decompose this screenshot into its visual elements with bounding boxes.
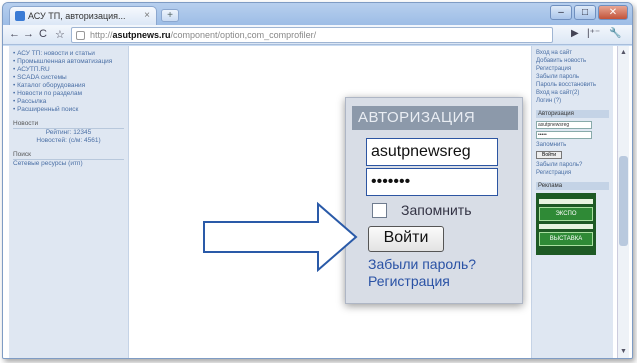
right-link[interactable]: Логин (?) — [536, 97, 609, 105]
left-link[interactable]: • АСУТП.RU — [13, 66, 124, 74]
left-header-news: Новости — [13, 120, 124, 129]
back-button[interactable]: ← — [9, 28, 20, 40]
left-sidebar: • АСУ ТП: новости и статьи • Промышленна… — [9, 46, 129, 358]
address-bar[interactable]: http://asutpnews.ru/component/option,com… — [71, 27, 553, 43]
remember-checkbox[interactable] — [372, 203, 387, 218]
new-tab-button[interactable]: + — [161, 9, 179, 22]
tools-wrench-icon[interactable]: 🔧 — [609, 28, 621, 39]
scroll-thumb[interactable] — [619, 156, 628, 246]
url-prefix: http:// — [90, 30, 113, 40]
password-field[interactable]: ••••••• — [366, 168, 498, 196]
url-domain: asutpnews.ru — [112, 30, 171, 40]
right-link[interactable]: Вход на сайт(2) — [536, 89, 609, 97]
ad-banner[interactable]: ЭКСПО ВЫСТАВКА — [536, 193, 596, 255]
right-link[interactable]: Пароль восстановить — [536, 81, 609, 89]
maximize-button[interactable]: □ — [574, 5, 596, 20]
right-link[interactable]: Добавить новость — [536, 57, 609, 65]
username-field[interactable]: asutpnewsreg — [366, 138, 498, 166]
site-favicon-icon — [15, 11, 25, 21]
forgot-password-link[interactable]: Забыли пароль? — [368, 256, 476, 272]
login-panel: АВТОРИЗАЦИЯ asutpnewsreg ••••••• Запомни… — [345, 97, 523, 304]
forward-button[interactable]: → — [23, 28, 34, 40]
left-link[interactable]: • Расширенный поиск — [13, 106, 124, 114]
pointer-arrow-icon — [203, 201, 358, 272]
left-link[interactable]: • Рассылка — [13, 98, 124, 106]
right-link[interactable]: Вход на сайт — [536, 49, 609, 57]
mini-login-button[interactable]: Войти — [536, 151, 562, 159]
bookmark-star-icon[interactable]: ☆ — [55, 28, 65, 41]
mini-password-field[interactable]: ••••• — [536, 131, 592, 139]
page-icon — [76, 31, 85, 40]
go-icon[interactable]: ▶ — [571, 28, 579, 39]
register-link[interactable]: Регистрация — [368, 273, 450, 289]
login-submit-button[interactable]: Войти — [368, 226, 444, 252]
left-stat: Новостей: (c/м: 4561) — [36, 137, 101, 144]
mini-register-link[interactable]: Регистрация — [536, 169, 609, 177]
right-link[interactable]: Забыли пароль — [536, 73, 609, 81]
tab-title: АСУ ТП, авторизация... — [28, 11, 126, 21]
right-header-auth: Авторизация — [536, 110, 609, 118]
page-scrollbar[interactable]: ▲ ▼ — [617, 46, 629, 358]
browser-window: АСУ ТП, авторизация... × + – □ ✕ ← → C ☆… — [2, 2, 633, 359]
tab-bar: АСУ ТП, авторизация... × + – □ ✕ — [3, 3, 632, 25]
arrow-shape — [203, 201, 358, 272]
mini-forgot-link[interactable]: Забыли пароль? — [536, 161, 609, 169]
scroll-up-icon[interactable]: ▲ — [619, 48, 628, 57]
right-sidebar: Вход на сайт Добавить новость Регистраци… — [531, 46, 613, 358]
page-menu-icon[interactable]: |⁺⁻ — [587, 28, 600, 39]
remember-label: Запомнить — [401, 203, 472, 215]
banner-line — [539, 199, 593, 204]
right-header-banner: Реклама — [536, 182, 609, 190]
banner-logo: ЭКСПО — [539, 207, 593, 221]
left-link[interactable]: • Промышленная автоматизация — [13, 58, 124, 66]
left-header-search: Поиск — [13, 151, 124, 160]
left-link[interactable]: • Каталог оборудования — [13, 82, 124, 90]
scroll-down-icon[interactable]: ▼ — [619, 347, 628, 356]
banner-text: ВЫСТАВКА — [539, 232, 593, 246]
minimize-button[interactable]: – — [550, 5, 572, 20]
tab-close-icon[interactable]: × — [144, 10, 150, 21]
reload-button[interactable]: C — [39, 28, 47, 40]
mini-username-field[interactable]: asutpnewsreg — [536, 121, 592, 129]
left-link[interactable]: • SCADA системы — [13, 74, 124, 82]
close-window-button[interactable]: ✕ — [598, 5, 628, 20]
left-stat: Рейтинг: 12345 — [45, 129, 92, 136]
left-search-link[interactable]: Сетевые ресурсы (итп) — [13, 160, 124, 168]
left-link[interactable]: • Новости по разделам — [13, 90, 124, 98]
mini-remember-label[interactable]: Запомнить — [536, 141, 609, 149]
window-controls: – □ ✕ — [550, 5, 628, 20]
login-title: АВТОРИЗАЦИЯ — [352, 106, 518, 130]
url-path: /component/option,com_comprofiler/ — [170, 30, 317, 40]
tab-active[interactable]: АСУ ТП, авторизация... × — [9, 6, 157, 25]
left-link[interactable]: • АСУ ТП: новости и статьи — [13, 50, 124, 58]
browser-toolbar: ← → C ☆ http://asutpnews.ru/component/op… — [3, 25, 632, 45]
banner-line — [539, 224, 593, 229]
right-link[interactable]: Регистрация — [536, 65, 609, 73]
